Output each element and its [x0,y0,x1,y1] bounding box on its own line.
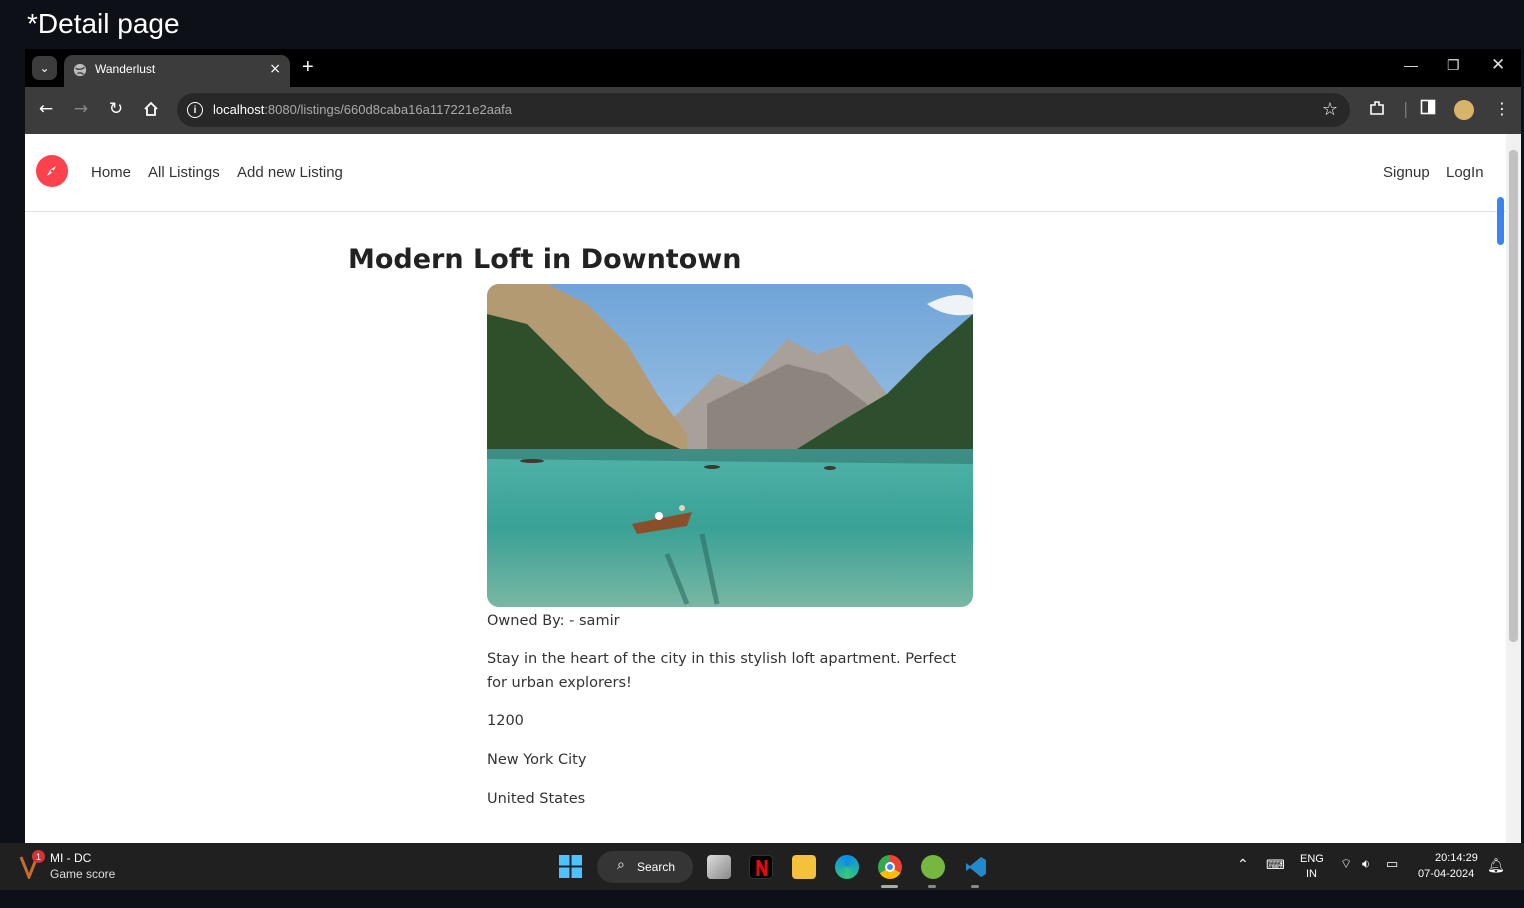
search-icon: ⌕ [617,857,625,873]
taskbar-search[interactable]: ⌕ Search [597,851,693,883]
page-scrollbar[interactable] [1506,134,1521,843]
clock-date[interactable]: 07-04-2024 [1418,868,1474,880]
minimize-icon[interactable]: — [1404,57,1418,73]
new-tab-button[interactable]: + [302,56,314,79]
menu-kebab-icon[interactable]: ⋮ [1494,99,1510,118]
listing-location: New York City [487,752,587,768]
listing-image [487,284,973,607]
netflix-icon[interactable] [749,855,773,879]
tab-title: Wanderlust [95,62,156,76]
tab-strip: ⌄ Wanderlust × + — ❐ ✕ [25,49,1521,87]
edge-icon[interactable] [835,855,859,879]
utorrent-icon[interactable] [921,855,945,879]
forward-icon[interactable]: → [71,99,91,119]
back-icon[interactable]: ← [36,99,56,119]
nav-home[interactable]: Home [91,164,131,181]
page-viewport: Home All Listings Add new Listing Signup… [25,134,1521,843]
address-bar[interactable]: i localhost:8080/listings/660d8caba16a11… [177,93,1350,127]
running-app-indicator-2 [971,885,979,888]
notification-bell-icon[interactable]: 🔔︎ [1487,857,1505,874]
listing-country: United States [487,791,586,807]
listing-owner: Owned By: - samir [487,613,620,629]
widget-title[interactable]: MI - DC [50,851,91,865]
windows-start-icon[interactable] [559,855,582,878]
close-window-icon[interactable]: ✕ [1491,55,1505,75]
url-text[interactable]: localhost:8080/listings/660d8caba16a1172… [213,102,512,117]
nav-add-listing[interactable]: Add new Listing [237,164,343,181]
search-label: Search [637,860,676,874]
vscode-icon[interactable] [964,855,988,879]
tab-wanderlust[interactable]: Wanderlust × [64,55,290,87]
tab-search-button[interactable]: ⌄ [32,56,57,80]
divider: | [1403,99,1409,118]
listing-title: Modern Loft in Downtown [348,244,742,275]
page-caption: *Detail page [27,8,180,39]
widget-badge: 1 [32,850,45,863]
battery-icon[interactable]: ▭ [1386,856,1398,872]
nav-signup[interactable]: Signup [1383,164,1430,181]
running-app-indicator [928,885,936,888]
profile-avatar[interactable] [1454,100,1474,120]
browser-toolbar: ← → ↻ i localhost:8080/listings/660d8cab… [25,87,1521,134]
volume-icon[interactable]: 🔉︎ [1362,856,1370,872]
task-view-icon[interactable] [707,855,731,879]
scrollbar-thumb[interactable] [1509,150,1518,642]
extensions-icon[interactable] [1368,99,1386,121]
chevron-down-icon: ⌄ [39,61,50,75]
compass-icon[interactable] [36,155,68,187]
bookmark-star-icon[interactable]: ☆ [1322,99,1338,120]
close-icon[interactable]: × [269,61,281,77]
language-bottom[interactable]: IN [1306,868,1317,880]
widget-subtitle[interactable]: Game score [50,867,115,881]
active-app-indicator [881,885,898,888]
home-icon[interactable] [141,99,161,119]
chrome-icon[interactable] [878,855,902,879]
wifi-icon[interactable]: ⌔ [1340,856,1352,872]
clock-time[interactable]: 20:14:29 [1435,852,1478,864]
nav-all-listings[interactable]: All Listings [148,164,220,181]
site-navbar: Home All Listings Add new Listing Signup… [25,134,1506,212]
scroll-indicator [1497,197,1504,245]
language-top[interactable]: ENG [1300,853,1324,865]
keyboard-icon[interactable]: ⌨ [1266,857,1285,873]
restore-icon[interactable]: ❐ [1447,57,1460,74]
nav-login[interactable]: LogIn [1446,164,1484,181]
listing-description: Stay in the heart of the city in this st… [487,651,957,691]
info-icon[interactable]: i [187,102,203,118]
listing-price: 1200 [487,713,524,729]
globe-icon [73,63,87,77]
chevron-up-icon[interactable]: ⌃ [1237,856,1249,873]
windows-taskbar: 1 MI - DC Game score ⌕ Search ⌃ ⌨ ENG IN… [0,843,1524,890]
browser-window: ⌄ Wanderlust × + — ❐ ✕ ← → ↻ i localhost… [25,49,1521,843]
reload-icon[interactable]: ↻ [106,99,126,119]
file-explorer-icon[interactable] [792,855,816,879]
side-panel-icon[interactable] [1420,99,1436,119]
